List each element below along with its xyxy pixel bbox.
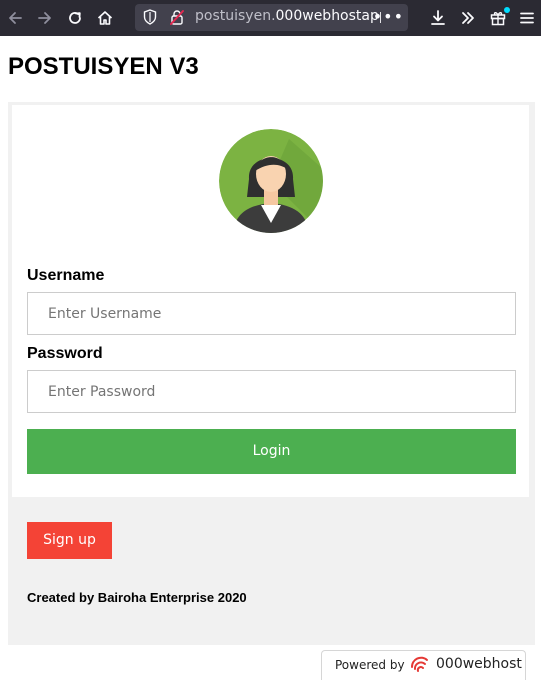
browser-toolbar: postuisyen.000webhostapp ••• <box>0 0 541 36</box>
overflow-menu-button[interactable] <box>455 5 481 31</box>
back-button[interactable] <box>2 5 28 31</box>
insecure-lock-icon[interactable] <box>169 9 185 26</box>
url-prefix: postuisyen. <box>195 8 276 24</box>
login-button[interactable]: Login <box>27 429 516 474</box>
powered-by-badge[interactable]: Powered by 000webhost <box>321 650 526 680</box>
tracking-shield-icon[interactable] <box>143 9 157 25</box>
url-text[interactable]: postuisyen.000webhostapp <box>195 8 381 24</box>
extensions-button[interactable] <box>485 5 511 31</box>
download-icon <box>431 10 445 25</box>
notification-dot <box>504 7 510 13</box>
home-icon <box>97 11 113 25</box>
login-card: Username Password Login <box>12 105 529 497</box>
home-button[interactable] <box>92 5 118 31</box>
password-input[interactable] <box>27 370 516 413</box>
credit-text: Created by Bairoha Enterprise 2020 <box>27 590 247 605</box>
url-bar[interactable]: postuisyen.000webhostapp ••• <box>135 4 408 31</box>
page-title: POSTUISYEN V3 <box>8 53 199 80</box>
menu-button[interactable] <box>514 5 540 31</box>
login-container: Username Password Login Sign up Created … <box>8 102 535 645</box>
downloads-button[interactable] <box>425 5 451 31</box>
page-actions-button[interactable]: ••• <box>373 7 404 26</box>
url-host: 000webhostapp <box>275 8 381 24</box>
forward-arrow-icon <box>38 12 51 24</box>
hamburger-menu-icon <box>520 12 534 24</box>
username-label: Username <box>27 267 105 284</box>
webhost-brand: 000webhost <box>436 656 522 672</box>
reload-button[interactable] <box>62 5 88 31</box>
powered-by-label: Powered by <box>335 658 405 672</box>
avatar <box>219 129 323 233</box>
username-input[interactable] <box>27 292 516 335</box>
webhost-logo-icon <box>410 656 428 672</box>
forward-button[interactable] <box>32 5 58 31</box>
signup-button[interactable]: Sign up <box>27 522 112 559</box>
user-avatar-icon <box>219 129 323 233</box>
back-arrow-icon <box>9 12 22 24</box>
password-label: Password <box>27 345 103 362</box>
chevron-double-right-icon <box>462 12 474 24</box>
reload-icon <box>69 12 81 24</box>
